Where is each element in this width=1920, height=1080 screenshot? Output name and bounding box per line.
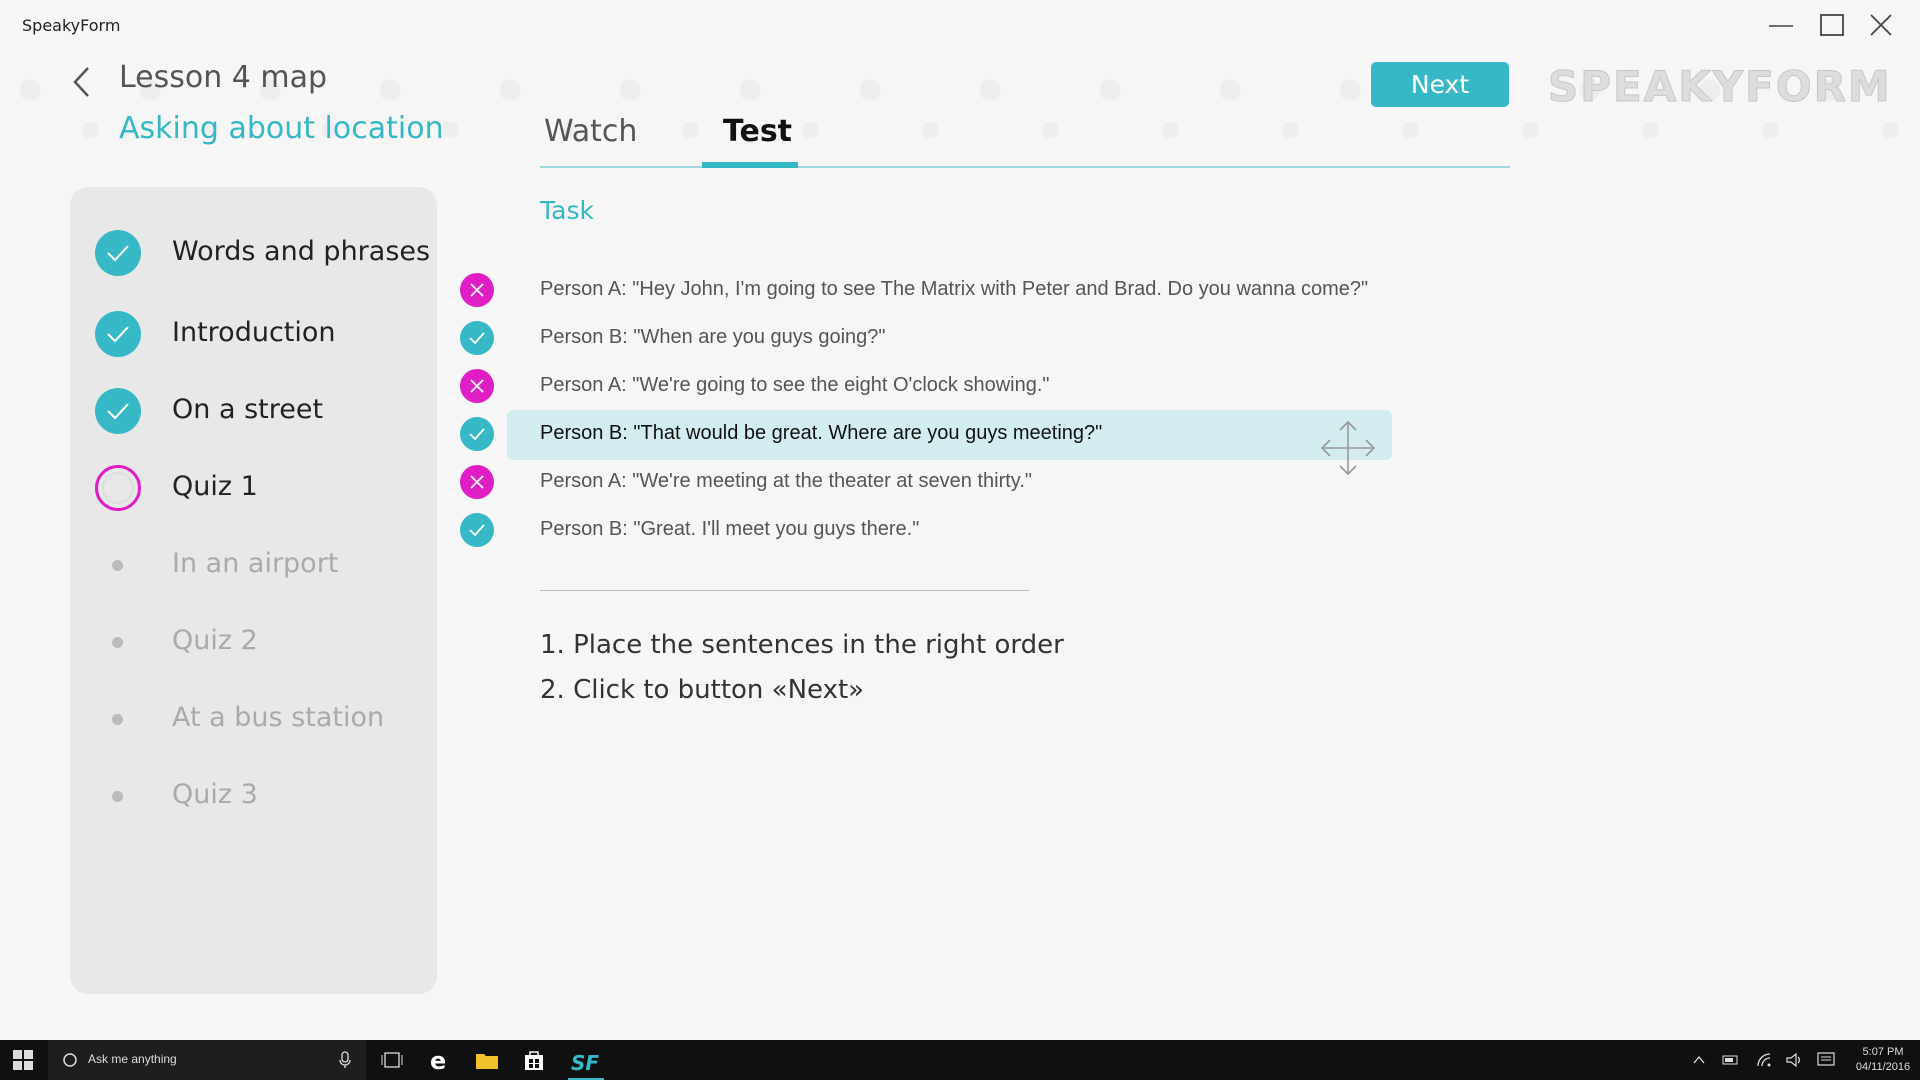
microphone-icon [339, 1051, 351, 1068]
sentence-text: Person A: "We're meeting at the theater … [540, 470, 1032, 492]
search-circle-icon [63, 1053, 77, 1067]
instruction-step-2: 2. Click to button «Next» [540, 675, 865, 705]
sidebar-item-words-and-phrases[interactable]: Words and phrases [70, 223, 437, 283]
app-title: SpeakyForm [22, 16, 121, 35]
lesson-sidebar: Words and phrases Introduction On a stre… [70, 187, 437, 994]
check-icon [460, 513, 494, 547]
speakyform-app-icon: SF [571, 1051, 599, 1074]
bullet-icon [112, 714, 123, 725]
check-icon [460, 417, 494, 451]
chevron-up-icon[interactable] [1692, 1054, 1706, 1066]
bullet-icon [112, 791, 123, 802]
check-icon [95, 388, 141, 434]
sidebar-item-label: At a bus station [172, 702, 385, 733]
sentence-text: Person B: "When are you guys going?" [540, 326, 886, 348]
in-progress-ring-icon [95, 465, 141, 511]
clock-date: 04/11/2016 [1855, 1061, 1911, 1073]
move-cursor-icon [1318, 418, 1378, 478]
wrong-x-icon [460, 465, 494, 499]
sidebar-item-label: On a street [172, 394, 324, 425]
sidebar-item-label: In an airport [172, 548, 339, 579]
store-bag-icon [525, 1051, 543, 1070]
check-icon [95, 311, 141, 357]
instruction-step-1: 1. Place the sentences in the right orde… [540, 630, 1064, 660]
sidebar-item-label: Words and phrases [172, 236, 431, 267]
wrong-x-icon [460, 369, 494, 403]
title-bar: SpeakyForm [0, 0, 1920, 50]
sentence-row-selected[interactable]: Person B: "That would be great. Where ar… [460, 410, 1392, 460]
search-box[interactable]: Ask me anything [48, 1040, 366, 1080]
close-icon [1870, 14, 1892, 36]
start-button[interactable] [12, 1049, 34, 1071]
sentence-text: Person A: "Hey John, I'm going to see Th… [540, 278, 1369, 300]
tab-test[interactable]: Test [723, 114, 792, 149]
battery-icon[interactable] [1722, 1054, 1740, 1066]
sidebar-item-label: Quiz 2 [172, 625, 258, 656]
folder-icon [476, 1054, 498, 1069]
lesson-subtitle: Asking about location [119, 111, 444, 146]
sidebar-item-quiz-2[interactable]: Quiz 2 [70, 612, 437, 672]
sentence-row[interactable]: Person A: "We're meeting at the theater … [460, 458, 1392, 506]
speakyform-taskbar-button[interactable]: SF [568, 1046, 604, 1080]
maximize-button[interactable] [1817, 10, 1847, 40]
sidebar-item-at-a-bus-station[interactable]: At a bus station [70, 689, 437, 749]
svg-text:e: e [430, 1048, 446, 1072]
file-explorer-button[interactable] [473, 1046, 501, 1074]
svg-text:SF: SF [571, 1051, 599, 1074]
clock-time: 5:07 PM [1862, 1046, 1904, 1058]
sidebar-item-label: Quiz 3 [172, 779, 258, 810]
store-button[interactable] [520, 1046, 548, 1074]
task-view-icon [381, 1052, 403, 1068]
sidebar-item-label: Quiz 1 [172, 471, 258, 502]
wifi-icon[interactable] [1756, 1052, 1772, 1068]
sidebar-item-quiz-1[interactable]: Quiz 1 [70, 458, 437, 518]
system-clock[interactable]: 5:07 PM 04/11/2016 [1848, 1045, 1918, 1075]
edge-button[interactable]: e [426, 1046, 454, 1074]
sentence-text: Person A: "We're going to see the eight … [540, 374, 1050, 396]
check-icon [95, 230, 141, 276]
edge-browser-icon: e [430, 1048, 446, 1072]
windows-taskbar: Ask me anything e SF 5:07 PM 04/11/2016 [0, 1040, 1920, 1080]
volume-icon[interactable] [1785, 1052, 1803, 1068]
maximize-icon [1820, 14, 1844, 36]
sidebar-item-quiz-3[interactable]: Quiz 3 [70, 766, 437, 826]
active-tab-indicator [702, 162, 798, 168]
close-button[interactable] [1866, 10, 1896, 40]
wrong-x-icon [460, 273, 494, 307]
action-center-icon[interactable] [1817, 1052, 1835, 1068]
sidebar-item-on-a-street[interactable]: On a street [70, 381, 437, 441]
check-icon [460, 321, 494, 355]
task-heading: Task [540, 196, 594, 225]
tab-bar: Watch Test [540, 110, 1510, 168]
tab-watch[interactable]: Watch [544, 114, 637, 149]
bullet-icon [112, 560, 123, 571]
back-button[interactable] [70, 64, 94, 100]
task-view-button[interactable] [378, 1046, 406, 1074]
lesson-title: Lesson 4 map [119, 60, 328, 95]
sentence-row[interactable]: Person B: "Great. I'll meet you guys the… [460, 506, 1392, 554]
speakyform-logo: SPEAKYFORM [1548, 62, 1892, 112]
sentence-text: Person B: "Great. I'll meet you guys the… [540, 518, 920, 540]
sentence-text: Person B: "That would be great. Where ar… [540, 422, 1103, 444]
bullet-icon [112, 637, 123, 648]
windows-logo-icon [13, 1050, 33, 1070]
sentence-row[interactable]: Person A: "We're going to see the eight … [460, 362, 1392, 410]
sidebar-item-introduction[interactable]: Introduction [70, 304, 437, 364]
sentence-row[interactable]: Person A: "Hey John, I'm going to see Th… [460, 266, 1392, 314]
minimize-icon [1769, 25, 1793, 27]
sidebar-item-in-an-airport[interactable]: In an airport [70, 535, 437, 595]
sidebar-item-label: Introduction [172, 317, 336, 348]
divider [540, 590, 1029, 591]
sentence-row[interactable]: Person B: "When are you guys going?" [460, 314, 1392, 362]
search-placeholder: Ask me anything [88, 1052, 177, 1066]
chevron-left-icon [73, 67, 89, 97]
next-button[interactable]: Next [1371, 62, 1509, 107]
minimize-button[interactable] [1766, 10, 1796, 40]
